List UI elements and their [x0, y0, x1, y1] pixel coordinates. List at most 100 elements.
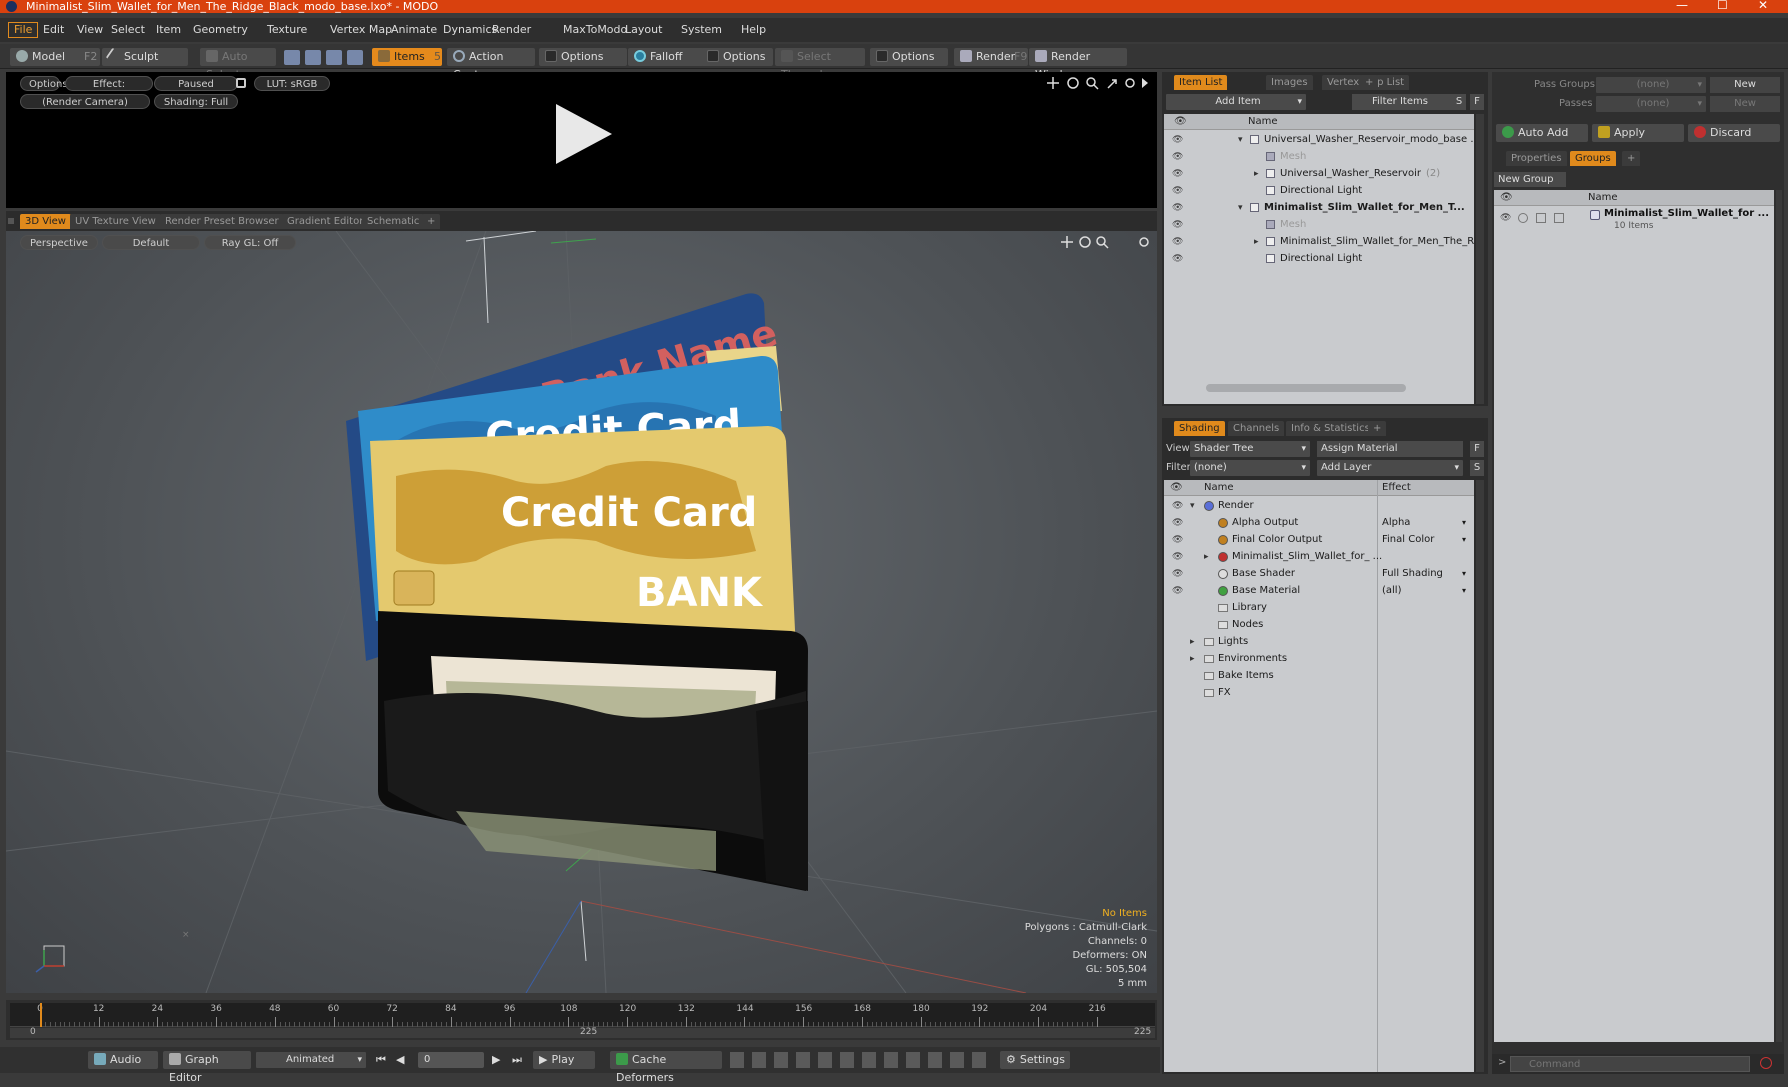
menu-geometry[interactable]: Geometry — [188, 22, 253, 38]
expand-arrow-icon[interactable]: ▾ — [1190, 498, 1195, 514]
menu-file[interactable]: File — [8, 22, 39, 38]
viewport-tab-uv-texture-view[interactable]: UV Texture View — [70, 214, 161, 229]
items-mode-button[interactable]: Items 5 — [372, 48, 442, 66]
dropdown-arrow-icon[interactable]: ▾ — [1462, 515, 1466, 531]
groups-tab-groups[interactable]: Groups — [1570, 151, 1616, 166]
viewport-tab-3d-view[interactable]: 3D View — [20, 214, 71, 229]
viewport-tab-render-preset-browser[interactable]: Render Preset Browser — [160, 214, 284, 229]
visibility-eye-icon[interactable]: 👁 — [1172, 586, 1183, 596]
pass-groups-dropdown[interactable]: (none) — [1596, 77, 1706, 93]
shader-tree-row[interactable]: Nodes — [1164, 617, 1474, 633]
settings-button[interactable]: ⚙ Settings — [1000, 1051, 1070, 1069]
first-frame-icon[interactable]: ⏮ — [376, 1053, 386, 1067]
apply-button[interactable]: Apply — [1592, 124, 1684, 142]
select-through-options-button[interactable]: Options — [870, 48, 948, 66]
frame-field[interactable]: 0 — [418, 1052, 484, 1068]
expand-arrow-icon[interactable]: ▾ — [1238, 200, 1243, 216]
graph-editor-button[interactable]: Graph Editor — [163, 1051, 251, 1084]
list-item[interactable]: 👁 ▸ Universal_Washer_Reservoir (2) — [1164, 166, 1474, 182]
expand-arrow-icon[interactable]: ▸ — [1254, 234, 1259, 250]
visibility-eye-icon[interactable]: 👁 — [1172, 237, 1183, 247]
groups-vscroll[interactable] — [1776, 190, 1782, 1042]
visibility-eye-icon[interactable]: 👁 — [1172, 501, 1183, 511]
shading-filter-dropdown[interactable]: (none) — [1190, 460, 1310, 476]
lock-icon[interactable] — [236, 78, 246, 88]
passes-dropdown[interactable]: (none) — [1596, 96, 1706, 112]
shader-tree[interactable]: 👁 Name Effect 👁 ▾ Render 👁 Alpha Output Alpha… — [1164, 480, 1474, 1072]
timeline[interactable]: 0 12 24 36 48 60 72 84 96 108 120 132 144 156 168 180 19… — [6, 1000, 1157, 1040]
expand-arrow-icon[interactable]: ▾ — [1238, 132, 1243, 148]
shader-tree-row[interactable]: Bake Items — [1164, 668, 1474, 684]
preview-camera-dropdown[interactable]: (Render Camera) — [20, 94, 150, 109]
shader-effect-value[interactable]: Full Shading — [1382, 566, 1470, 582]
timeline-playhead[interactable] — [40, 1003, 42, 1027]
shader-effect-value[interactable]: Final Color — [1382, 532, 1470, 548]
cache-deformers-button[interactable]: Cache Deformers — [610, 1051, 722, 1084]
menu-texture[interactable]: Texture — [262, 22, 312, 38]
maximize-icon[interactable]: ☐ — [1717, 0, 1728, 12]
shading-s-toggle[interactable]: S — [1470, 460, 1484, 476]
list-item[interactable]: 👁 Directional Light — [1164, 183, 1474, 199]
visibility-eye-icon[interactable]: 👁 — [1172, 518, 1183, 528]
visibility-eye-icon[interactable]: 👁 — [1172, 569, 1183, 579]
materials-mode-icon[interactable] — [347, 50, 363, 65]
model-button[interactable]: Model F2 — [10, 48, 100, 66]
wallet-model[interactable]: Bank Name Credit Card Credit Card BANK — [336, 291, 856, 891]
menu-item[interactable]: Item — [151, 22, 186, 38]
item-list-s-toggle[interactable]: S — [1452, 94, 1466, 110]
dropdown-arrow-icon[interactable]: ▾ — [1462, 566, 1466, 582]
timeline-range-bar[interactable]: 0 225 225 — [10, 1027, 1155, 1038]
add-layer-dropdown[interactable]: Add Layer — [1317, 460, 1463, 476]
menu-animate[interactable]: Animate — [386, 22, 442, 38]
shader-tree-row[interactable]: 👁 ▾ Render — [1164, 498, 1474, 514]
menu-edit[interactable]: Edit — [38, 22, 69, 38]
visibility-eye-icon[interactable]: 👁 — [1172, 186, 1183, 196]
preview-lut-dropdown[interactable]: LUT: sRGB — [254, 76, 330, 91]
visibility-eye-icon[interactable]: 👁 — [1172, 220, 1183, 230]
expand-arrow-icon[interactable]: ▸ — [1204, 549, 1209, 565]
render-window-button[interactable]: Render Window — [1029, 48, 1127, 81]
viewport-nav-icons[interactable] — [1060, 235, 1152, 249]
groups-list[interactable]: 👁 Name 👁 Minimalist_Slim_Wallet_for ... … — [1494, 190, 1774, 1042]
visibility-eye-icon[interactable]: 👁 — [1172, 535, 1183, 545]
add-item-dropdown[interactable]: Add Item — [1166, 94, 1306, 110]
list-item[interactable]: 👁 Mesh — [1164, 149, 1474, 165]
shading-tab-add-button[interactable]: + — [1368, 421, 1387, 436]
animated-dropdown[interactable]: Animated — [256, 1052, 366, 1068]
expand-arrow-icon[interactable]: ▸ — [1190, 634, 1195, 650]
preview-paused-button[interactable]: Paused — [154, 76, 238, 91]
transport-icon-strip[interactable] — [730, 1052, 994, 1068]
preview-effect-dropdown[interactable]: Effect: (Shadi... — [65, 76, 153, 105]
shading-vscroll[interactable] — [1476, 480, 1484, 1072]
render-toggle-icon[interactable] — [1518, 213, 1528, 223]
shader-tree-dropdown[interactable]: Shader Tree — [1190, 441, 1310, 457]
action-center-options-button[interactable]: Options — [539, 48, 627, 66]
menu-system[interactable]: System — [676, 22, 727, 38]
shader-tree-row[interactable]: FX — [1164, 685, 1474, 701]
minimize-icon[interactable]: — — [1676, 0, 1688, 12]
groups-tab-properties[interactable]: Properties — [1506, 151, 1567, 166]
shader-tree-row[interactable]: ▸ Lights — [1164, 634, 1474, 650]
edges-mode-icon[interactable] — [305, 50, 321, 65]
visibility-eye-icon[interactable]: 👁 — [1172, 254, 1183, 264]
preview-shading-dropdown[interactable]: Shading: Full — [154, 94, 238, 109]
list-item[interactable]: 👁 ▾ Minimalist_Slim_Wallet_for_Men_T... — [1164, 200, 1474, 216]
close-icon[interactable]: ✕ — [1758, 0, 1768, 12]
visibility-eye-icon[interactable]: 👁 — [1172, 203, 1183, 213]
shader-tree-row[interactable]: 👁 Base Material (all) ▾ — [1164, 583, 1474, 599]
list-item[interactable]: 👁 Mesh — [1164, 217, 1474, 233]
next-key-icon[interactable]: ▶ — [492, 1053, 500, 1066]
select-through-button[interactable]: Select Through — [775, 48, 865, 81]
itemlist-tab-add-button[interactable]: + — [1360, 75, 1379, 90]
preview-nav-icons[interactable] — [1046, 76, 1150, 90]
expand-arrow-icon[interactable]: ▸ — [1254, 166, 1259, 182]
item-list-vscroll[interactable] — [1476, 114, 1484, 404]
item-list-f-toggle[interactable]: F — [1470, 94, 1484, 110]
visibility-eye-icon[interactable]: 👁 — [1172, 552, 1183, 562]
new-pass-group-button[interactable]: New — [1710, 77, 1780, 93]
shader-tree-row[interactable]: Library — [1164, 600, 1474, 616]
last-frame-icon[interactable]: ⏭ — [512, 1053, 522, 1067]
auto-select-button[interactable]: Auto Select — [200, 48, 276, 81]
shading-tab-info-statistics[interactable]: Info & Statistics — [1286, 421, 1375, 436]
perspective-dropdown[interactable]: Perspective — [20, 235, 98, 250]
